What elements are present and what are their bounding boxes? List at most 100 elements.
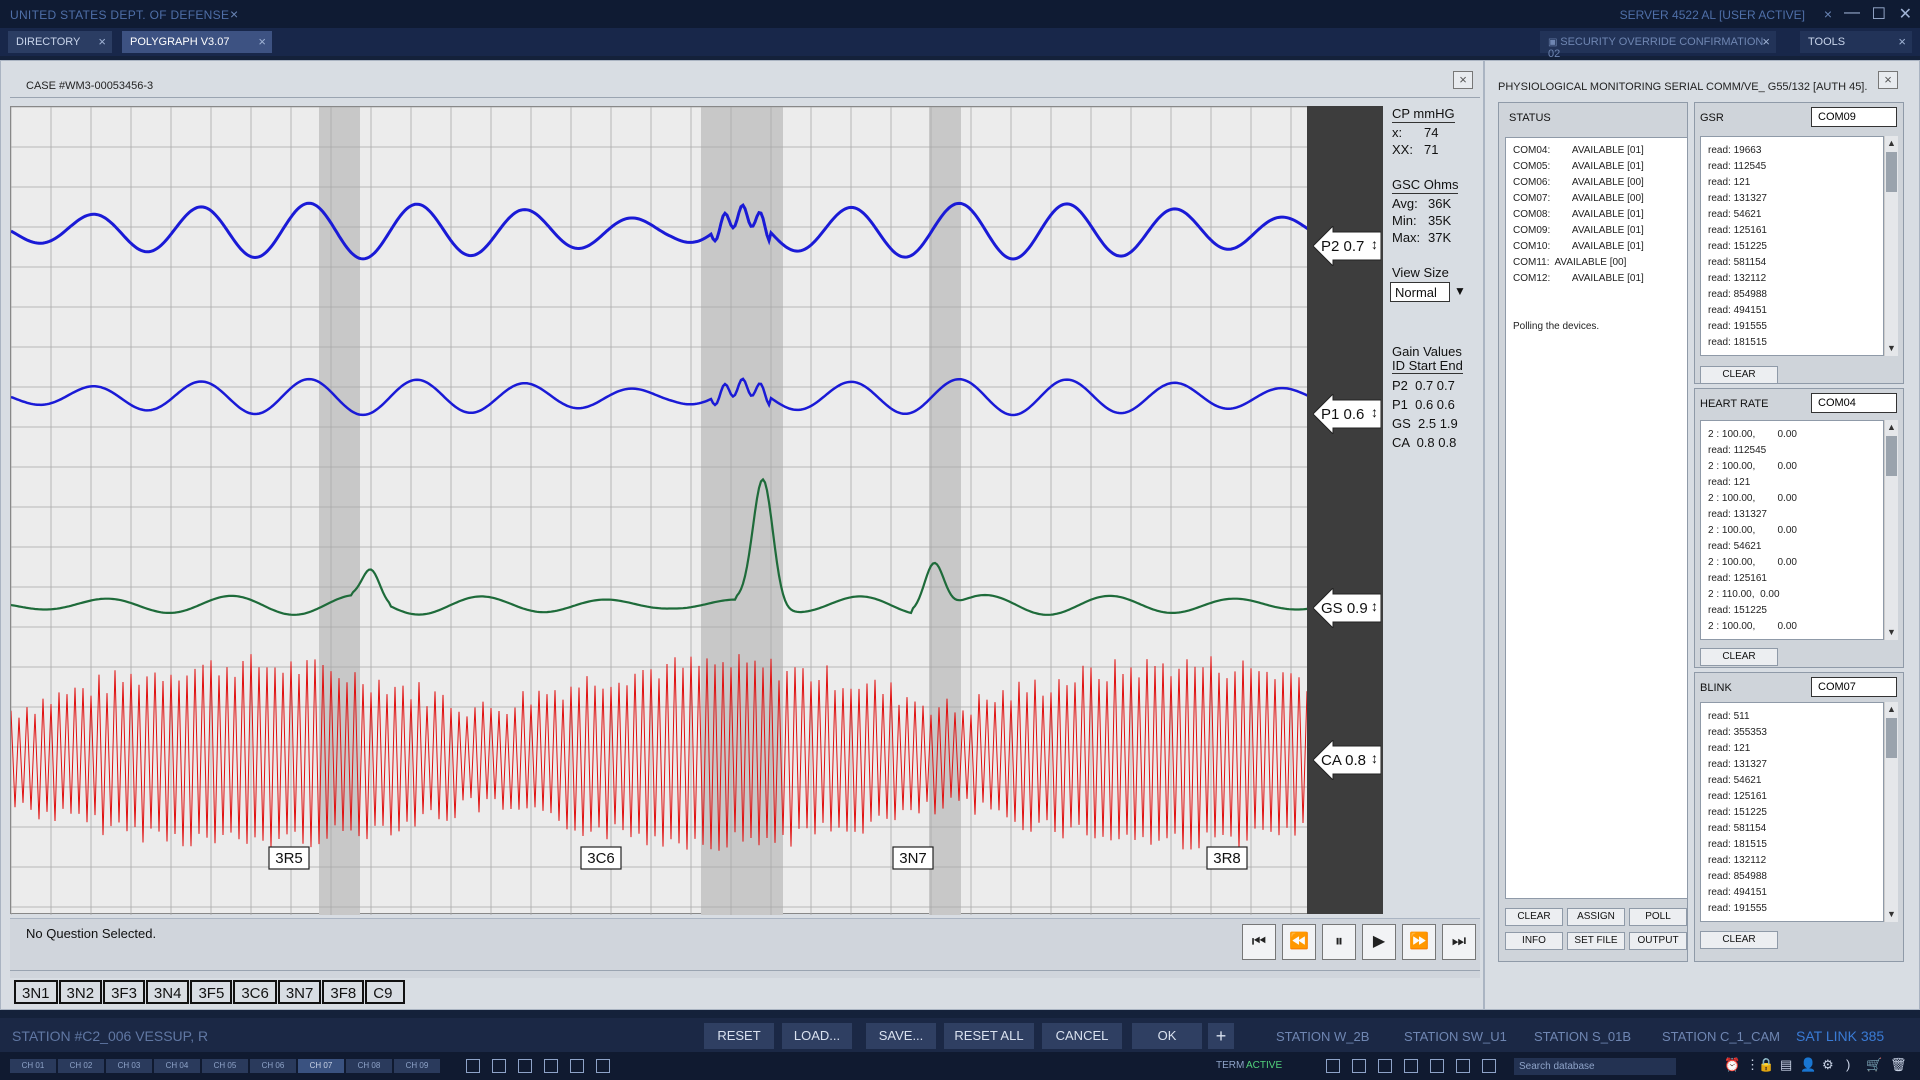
channel-button[interactable]: CH 05 bbox=[202, 1059, 248, 1073]
rewind-icon[interactable]: ⏪ bbox=[1282, 924, 1316, 960]
layout-icon[interactable] bbox=[1326, 1059, 1340, 1073]
trash-icon[interactable]: 🗑 bbox=[1890, 1057, 1907, 1073]
tab-security-override[interactable]: ▣ SECURITY OVERRIDE CONFIRMATION 02 × bbox=[1540, 31, 1776, 60]
question-tab[interactable]: C9 bbox=[365, 980, 406, 1004]
scroll-up-icon[interactable]: ▲ bbox=[1886, 138, 1897, 149]
alarm-icon[interactable]: ⏰ bbox=[1724, 1057, 1740, 1073]
question-tab[interactable]: 3N4 bbox=[145, 980, 190, 1004]
cart-icon[interactable]: 🛒 bbox=[1866, 1057, 1882, 1073]
file-icon[interactable]: ▤ bbox=[1780, 1057, 1792, 1073]
channel-label-p2[interactable]: P2 0.7 ↕ bbox=[1312, 224, 1382, 268]
close-icon[interactable]: × bbox=[98, 34, 106, 49]
blink-scrollbar[interactable]: ▲ ▼ bbox=[1884, 702, 1898, 922]
blink-com-field[interactable]: COM07 bbox=[1811, 677, 1897, 697]
updown-icon[interactable]: ↕ bbox=[1371, 404, 1378, 420]
info-button[interactable]: INFO bbox=[1505, 932, 1563, 950]
blink-clear-button[interactable]: CLEAR bbox=[1700, 931, 1778, 949]
pause-icon[interactable]: ⏸ bbox=[1322, 924, 1356, 960]
tab-polygraph[interactable]: POLYGRAPH V3.07 × bbox=[122, 31, 272, 53]
question-tab[interactable]: 3F8 bbox=[322, 980, 365, 1004]
square-icon[interactable] bbox=[570, 1059, 584, 1073]
close-icon[interactable]: × bbox=[1878, 71, 1898, 89]
list-icon[interactable] bbox=[466, 1059, 480, 1073]
station-link[interactable]: STATION W_2B bbox=[1276, 1029, 1369, 1044]
ok-button[interactable]: OK bbox=[1132, 1023, 1202, 1049]
poll-button[interactable]: POLL bbox=[1629, 908, 1687, 926]
close-icon[interactable]: × bbox=[1762, 34, 1770, 49]
heart-rate-scrollbar[interactable]: ▲ ▼ bbox=[1884, 420, 1898, 640]
polygraph-chart[interactable]: 3R5 3C6 3N7 3R8 bbox=[10, 106, 1310, 915]
assign-button[interactable]: ASSIGN bbox=[1567, 908, 1625, 926]
close-icon[interactable]: × bbox=[1898, 34, 1906, 49]
close-window-icon[interactable]: ✕ bbox=[1899, 4, 1912, 24]
status-clear-button[interactable]: CLEAR bbox=[1505, 908, 1563, 926]
chevron-down-icon[interactable]: ▼ bbox=[1454, 284, 1466, 298]
station-link[interactable]: STATION SW_U1 bbox=[1404, 1029, 1507, 1044]
skip-end-icon[interactable]: ⏭ bbox=[1442, 924, 1476, 960]
question-tab[interactable]: 3C6 bbox=[233, 980, 277, 1004]
grid-icon[interactable] bbox=[492, 1059, 506, 1073]
table-icon[interactable] bbox=[544, 1059, 558, 1073]
lock-icon[interactable]: 🔒 bbox=[1758, 1057, 1774, 1073]
close-icon[interactable]: × bbox=[258, 34, 266, 49]
signal-icon[interactable]: ) bbox=[1846, 1057, 1850, 1072]
reset-all-button[interactable]: RESET ALL bbox=[944, 1023, 1034, 1049]
question-tab[interactable]: 3F3 bbox=[103, 980, 145, 1004]
scroll-down-icon[interactable]: ▼ bbox=[1886, 627, 1897, 638]
scroll-thumb[interactable] bbox=[1886, 152, 1897, 192]
updown-icon[interactable]: ↕ bbox=[1371, 750, 1378, 766]
channel-button[interactable]: CH 03 bbox=[106, 1059, 152, 1073]
channel-label-p1[interactable]: P1 0.6 ↕ bbox=[1312, 392, 1382, 436]
question-tab[interactable]: 3N7 bbox=[277, 980, 322, 1004]
view-size-select[interactable]: Normal ▼ bbox=[1390, 282, 1476, 304]
scroll-thumb[interactable] bbox=[1886, 718, 1897, 758]
heart-rate-com-field[interactable]: COM04 bbox=[1811, 393, 1897, 413]
scroll-down-icon[interactable]: ▼ bbox=[1886, 343, 1897, 354]
search-input[interactable]: Search database bbox=[1514, 1058, 1676, 1075]
play-icon[interactable]: ▶ bbox=[1362, 924, 1396, 960]
fast-forward-icon[interactable]: ⏩ bbox=[1402, 924, 1436, 960]
channel-button[interactable]: CH 07 bbox=[298, 1059, 344, 1073]
close-icon[interactable]: × bbox=[1824, 6, 1832, 22]
station-link[interactable]: STATION C_1_CAM bbox=[1662, 1029, 1780, 1044]
layout-icon[interactable] bbox=[1404, 1059, 1418, 1073]
skip-start-icon[interactable]: ⏮ bbox=[1242, 924, 1276, 960]
close-icon[interactable]: × bbox=[230, 6, 238, 22]
gsr-clear-button[interactable]: CLEAR bbox=[1700, 366, 1778, 384]
layout-icon[interactable] bbox=[1482, 1059, 1496, 1073]
user-icon[interactable]: 👤 bbox=[1800, 1057, 1816, 1073]
minimize-icon[interactable]: — bbox=[1844, 4, 1860, 22]
add-button[interactable]: + bbox=[1208, 1023, 1234, 1049]
channel-label-ca[interactable]: CA 0.8 ↕ bbox=[1312, 738, 1382, 782]
set-file-button[interactable]: SET FILE bbox=[1567, 932, 1625, 950]
layout-icon[interactable] bbox=[1456, 1059, 1470, 1073]
edit-icon[interactable] bbox=[596, 1059, 610, 1073]
question-tab[interactable]: 3N1 bbox=[14, 980, 58, 1004]
station-link[interactable]: STATION S_01B bbox=[1534, 1029, 1631, 1044]
save-button[interactable]: SAVE... bbox=[866, 1023, 936, 1049]
document-icon[interactable] bbox=[518, 1059, 532, 1073]
channel-button[interactable]: CH 04 bbox=[154, 1059, 200, 1073]
cancel-button[interactable]: CANCEL bbox=[1042, 1023, 1122, 1049]
scroll-up-icon[interactable]: ▲ bbox=[1886, 704, 1897, 715]
maximize-icon[interactable]: ☐ bbox=[1872, 4, 1886, 24]
channel-button[interactable]: CH 08 bbox=[346, 1059, 392, 1073]
updown-icon[interactable]: ↕ bbox=[1371, 598, 1378, 614]
gsr-scrollbar[interactable]: ▲ ▼ bbox=[1884, 136, 1898, 356]
load-button[interactable]: LOAD... bbox=[782, 1023, 852, 1049]
channel-button[interactable]: CH 06 bbox=[250, 1059, 296, 1073]
layout-icon[interactable] bbox=[1378, 1059, 1392, 1073]
updown-icon[interactable]: ↕ bbox=[1371, 236, 1378, 252]
tab-tools[interactable]: TOOLS × bbox=[1800, 31, 1912, 53]
gsr-com-field[interactable]: COM09 bbox=[1811, 107, 1897, 127]
question-tab[interactable]: 3F5 bbox=[190, 980, 233, 1004]
scroll-thumb[interactable] bbox=[1886, 436, 1897, 476]
channel-button[interactable]: CH 01 bbox=[10, 1059, 56, 1073]
tab-directory[interactable]: DIRECTORY × bbox=[8, 31, 112, 53]
channel-button[interactable]: CH 09 bbox=[394, 1059, 440, 1073]
output-button[interactable]: OUTPUT bbox=[1629, 932, 1687, 950]
close-icon[interactable]: × bbox=[1453, 71, 1473, 89]
channel-button[interactable]: CH 02 bbox=[58, 1059, 104, 1073]
layout-icon[interactable] bbox=[1430, 1059, 1444, 1073]
heart-rate-clear-button[interactable]: CLEAR bbox=[1700, 648, 1778, 666]
